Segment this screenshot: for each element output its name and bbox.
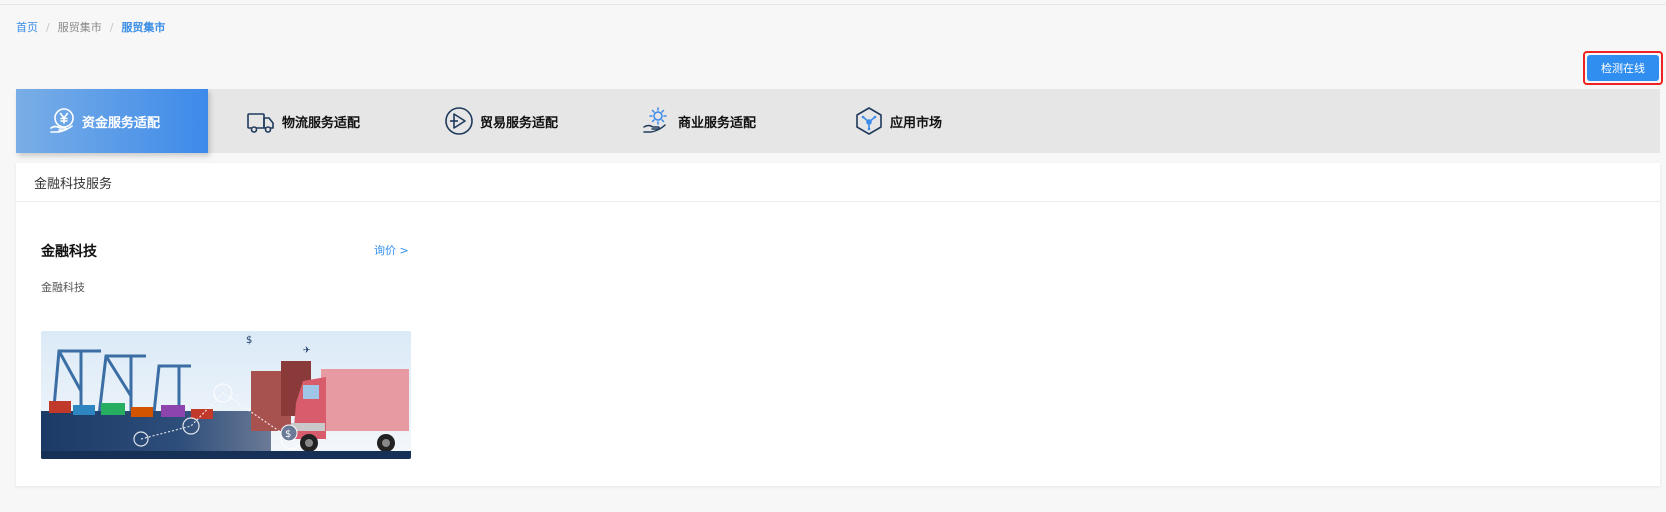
breadcrumb-level2-link[interactable]: 服贸集市 (58, 19, 102, 35)
breadcrumb-separator: / (46, 20, 50, 34)
top-divider (0, 4, 1666, 5)
detect-online-highlight: 检测在线 (1583, 51, 1663, 85)
tab-label: 贸易服务适配 (480, 115, 559, 131)
fintech-service-panel: 金融科技服务 金融科技 询价 > 金融科技 $ ✈ $ (16, 163, 1660, 486)
tab-label: 物流服务适配 (282, 115, 361, 131)
breadcrumb-separator: / (109, 20, 114, 34)
yuan-hand-icon (50, 108, 74, 133)
tab-label: 应用市场 (890, 115, 943, 131)
panel-title: 金融科技服务 (16, 163, 1660, 202)
svg-text:$: $ (246, 335, 252, 346)
svg-text:$: $ (285, 429, 291, 440)
tab-label: 商业服务适配 (678, 115, 757, 131)
tab-trade-service[interactable]: 贸易服务适配 (444, 89, 558, 153)
tab-label: 资金服务适配 (82, 115, 161, 131)
svg-text:✈: ✈ (303, 346, 311, 356)
tab-app-market[interactable]: 应用市场 (854, 89, 942, 153)
truck-icon (247, 113, 274, 133)
card-description: 金融科技 (41, 281, 85, 294)
inquire-link[interactable]: 询价 > (374, 242, 409, 258)
tab-logistics-service[interactable]: 物流服务适配 (246, 89, 360, 153)
breadcrumb-home-link[interactable]: 首页 (16, 19, 38, 35)
breadcrumb-current: 服贸集市 (121, 21, 166, 34)
trade-icon (445, 107, 473, 135)
tab-funding-service[interactable]: 资金服务适配 (16, 89, 208, 153)
tab-business-service[interactable]: 商业服务适配 (642, 89, 756, 153)
card-title: 金融科技 (41, 244, 97, 260)
detect-online-button[interactable]: 检测在线 (1587, 55, 1659, 81)
breadcrumb: 首页 / 服贸集市 / 服贸集市 (16, 19, 165, 35)
service-tab-bar: 资金服务适配 物流服务适配 贸易服务适配 商业服务适配 应用市场 (16, 89, 1660, 153)
card-image[interactable]: $ ✈ $ (41, 331, 411, 459)
logistics-port-truck-image: $ ✈ $ (41, 331, 411, 459)
gear-hand-icon (643, 107, 667, 133)
cube-icon (856, 107, 882, 135)
